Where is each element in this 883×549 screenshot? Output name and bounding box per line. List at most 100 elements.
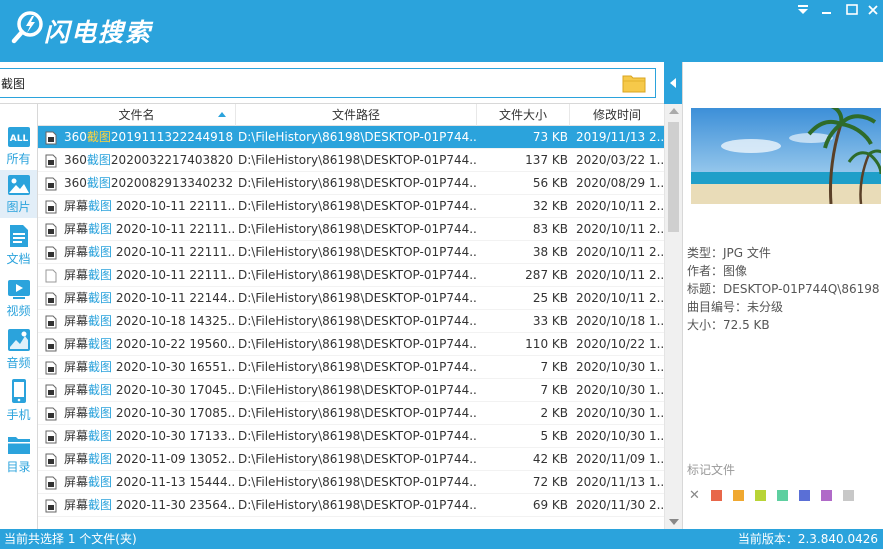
file-icon [45, 269, 57, 283]
file-path: D:\FileHistory\86198\DESKTOP-01P744... [238, 337, 476, 351]
file-size: 83 KB [532, 222, 568, 236]
file-size: 69 KB [532, 498, 568, 512]
search-match-highlight: 截图 [88, 429, 113, 443]
file-name: 屏幕截图 2020-10-30 17085... [64, 406, 234, 420]
search-match-highlight: 截图 [88, 199, 113, 213]
file-name: 360截图2019111322244918... [64, 130, 234, 144]
file-size: 56 KB [532, 176, 568, 190]
table-row[interactable]: 屏幕截图 2020-10-11 22111... D:\FileHistory\8… [38, 264, 664, 287]
file-size: 7 KB [540, 383, 568, 397]
file-path: D:\FileHistory\86198\DESKTOP-01P744... [238, 498, 476, 512]
video-icon [7, 280, 30, 299]
tag-color-picker: ✕ [689, 489, 865, 502]
collapse-panel-button[interactable] [664, 62, 682, 104]
scroll-up-icon[interactable] [669, 108, 679, 114]
file-name: 360截图2020032217403820... [64, 153, 234, 167]
file-modified-time: 2020/03/22 1... [576, 153, 664, 167]
file-path: D:\FileHistory\86198\DESKTOP-01P744... [238, 199, 476, 213]
tag-color-swatch[interactable] [843, 489, 854, 501]
search-input[interactable] [0, 68, 656, 98]
sidebar-item-documents[interactable]: 文档 [0, 222, 37, 270]
sidebar-item-label: 目录 [6, 460, 31, 474]
table-row[interactable]: 360截图2020032217403820... D:\FileHistory\8… [38, 149, 664, 172]
image-file-icon [45, 338, 57, 352]
folder-icon[interactable] [622, 72, 646, 94]
table-header: 文件名 文件路径 文件大小 修改时间 [38, 104, 664, 126]
sidebar-item-phone[interactable]: 手机 [0, 378, 37, 426]
table-row[interactable]: 屏幕截图 2020-10-11 22144... D:\FileHistory\8… [38, 287, 664, 310]
all-icon: ALL [7, 127, 30, 147]
table-row[interactable]: 屏幕截图 2020-11-13 15444... D:\FileHistory\8… [38, 471, 664, 494]
file-name: 屏幕截图 2020-11-09 13052... [64, 452, 234, 466]
search-bar [0, 62, 682, 104]
search-match-highlight: 截图 [88, 475, 113, 489]
vertical-scrollbar[interactable] [664, 104, 682, 529]
tag-color-swatch[interactable] [777, 489, 788, 501]
column-header-name[interactable]: 文件名 [38, 104, 236, 126]
file-modified-time: 2020/10/30 1... [576, 383, 664, 397]
file-name: 屏幕截图 2020-10-30 17133... [64, 429, 234, 443]
file-name: 屏幕截图 2020-10-11 22144... [64, 291, 234, 305]
file-path: D:\FileHistory\86198\DESKTOP-01P744... [238, 360, 476, 374]
results-table: 文件名 文件路径 文件大小 修改时间 360截图2019111322244918… [38, 104, 664, 529]
search-match-highlight: 截图 [88, 360, 113, 374]
table-row[interactable]: 屏幕截图 2020-10-30 17045... D:\FileHistory\8… [38, 379, 664, 402]
phone-icon [11, 379, 26, 403]
column-header-size[interactable]: 文件大小 [477, 104, 570, 126]
file-size: 110 KB [525, 337, 568, 351]
image-file-icon [45, 223, 57, 237]
sidebar-item-label: 视频 [6, 304, 31, 318]
minimize-icon[interactable] [818, 2, 836, 18]
tag-color-swatch[interactable] [733, 489, 744, 501]
table-row[interactable]: 360截图2020082913340232... D:\FileHistory\8… [38, 172, 664, 195]
file-modified-time: 2020/10/11 2... [576, 291, 664, 305]
table-row[interactable]: 屏幕截图 2020-10-22 19560... D:\FileHistory\8… [38, 333, 664, 356]
tag-files-title: 标记文件 [687, 463, 736, 477]
sidebar-item-audio[interactable]: 音频 [0, 326, 37, 374]
file-name: 屏幕截图 2020-10-22 19560... [64, 337, 234, 351]
file-name: 屏幕截图 2020-10-11 22111... [64, 222, 234, 236]
search-match-highlight: 截图 [88, 222, 113, 236]
search-match-highlight: 截图 [88, 245, 113, 259]
clear-tag-icon[interactable]: ✕ [689, 489, 700, 502]
table-row[interactable]: 屏幕截图 2020-10-18 14325... D:\FileHistory\8… [38, 310, 664, 333]
table-row[interactable]: 屏幕截图 2020-10-30 17133... D:\FileHistory\8… [38, 425, 664, 448]
tag-color-swatch[interactable] [821, 489, 832, 501]
tag-color-swatch[interactable] [755, 489, 766, 501]
table-row[interactable]: 屏幕截图 2020-10-11 22111... D:\FileHistory\8… [38, 218, 664, 241]
table-row[interactable]: 屏幕截图 2020-11-09 13052... D:\FileHistory\8… [38, 448, 664, 471]
table-row[interactable]: 屏幕截图 2020-10-30 17085... D:\FileHistory\8… [38, 402, 664, 425]
file-path: D:\FileHistory\86198\DESKTOP-01P744... [238, 383, 476, 397]
file-modified-time: 2020/10/11 2... [576, 268, 664, 282]
table-row[interactable]: 屏幕截图 2020-10-30 16551... D:\FileHistory\8… [38, 356, 664, 379]
close-icon[interactable] [864, 2, 882, 18]
file-name: 360截图2020082913340232... [64, 176, 234, 190]
sidebar-item-images[interactable]: 图片 [0, 170, 37, 218]
tag-color-swatch[interactable] [711, 489, 722, 501]
search-match-highlight: 截图 [86, 153, 111, 167]
sidebar-item-all[interactable]: ALL 所有 [0, 122, 37, 170]
details-panel: 类型：JPG 文件 作者：图像 标题：DESKTOP-01P744Q\86198… [682, 62, 883, 529]
table-row[interactable]: 360截图2019111322244918... D:\FileHistory\8… [38, 126, 664, 149]
image-file-icon [45, 154, 57, 168]
image-icon [7, 175, 30, 195]
version-label: 当前版本：2.3.840.0426 [737, 532, 878, 546]
menu-dropdown-icon[interactable] [794, 2, 812, 18]
sidebar-item-folders[interactable]: 目录 [0, 430, 37, 478]
file-path: D:\FileHistory\86198\DESKTOP-01P744... [238, 314, 476, 328]
table-row[interactable]: 屏幕截图 2020-11-30 23564... D:\FileHistory\8… [38, 494, 664, 517]
file-size: 7 KB [540, 360, 568, 374]
scrollbar-thumb[interactable] [668, 122, 679, 232]
column-header-path[interactable]: 文件路径 [236, 104, 477, 126]
scroll-down-icon[interactable] [669, 519, 679, 525]
sidebar-item-video[interactable]: 视频 [0, 274, 37, 322]
file-modified-time: 2020/11/09 1... [576, 452, 664, 466]
table-row[interactable]: 屏幕截图 2020-10-11 22111... D:\FileHistory\8… [38, 195, 664, 218]
maximize-icon[interactable] [843, 2, 861, 18]
column-header-time[interactable]: 修改时间 [570, 104, 664, 126]
file-path: D:\FileHistory\86198\DESKTOP-01P744... [238, 429, 476, 443]
file-modified-time: 2020/10/30 1... [576, 406, 664, 420]
tag-color-swatch[interactable] [799, 489, 810, 501]
table-row[interactable]: 屏幕截图 2020-10-11 22111... D:\FileHistory\8… [38, 241, 664, 264]
file-size: 2 KB [540, 406, 568, 420]
